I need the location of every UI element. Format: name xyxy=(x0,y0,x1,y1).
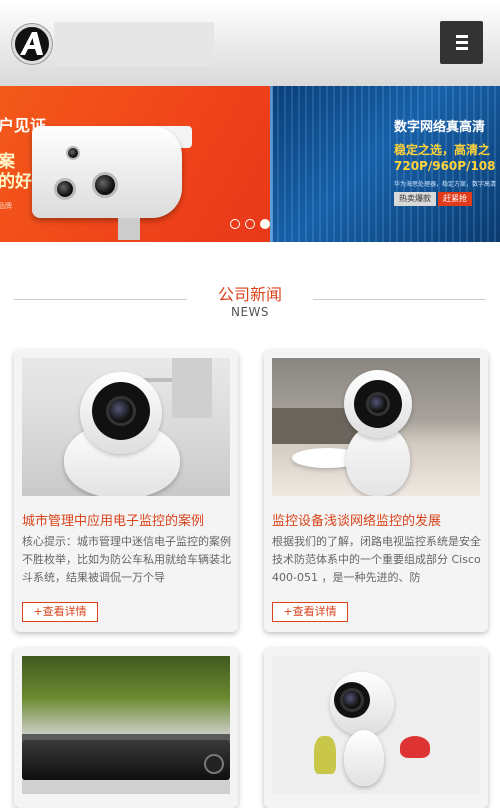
news-card[interactable]: 监控设备浅谈网络监控的发展 根据我们的了解，闭路电视监控系统是安全技术防范体系中… xyxy=(264,350,488,632)
news-card-title[interactable]: 监控设备浅谈网络监控的发展 xyxy=(272,510,482,529)
banner-right-headline: 数字网络真高清 xyxy=(394,120,486,135)
banner-slide-camera[interactable]: 户见证 案 的好 品牌 xyxy=(0,86,270,242)
logo-wordmark-placeholder xyxy=(54,22,214,66)
banner-right-small: 华为海思处理器，稳定方案，数字高清 xyxy=(394,181,497,188)
news-card[interactable] xyxy=(14,648,238,808)
camera-lens-icon xyxy=(340,688,364,712)
news-card-image[interactable] xyxy=(22,656,230,794)
camera-lens-icon xyxy=(92,172,118,198)
carousel-dot-3[interactable] xyxy=(260,219,270,229)
view-details-button[interactable]: +查看详情 xyxy=(272,602,348,622)
rocket-sticker-icon xyxy=(400,736,430,758)
hamburger-icon-bar xyxy=(456,47,468,50)
news-card-image[interactable] xyxy=(272,358,480,496)
carousel-dot-2[interactable] xyxy=(245,219,255,229)
camera-lens-icon xyxy=(106,396,136,426)
camera-lens-icon xyxy=(54,178,76,200)
news-card-desc: 根据我们的了解，闭路电视监控系统是安全技术防范体系中的一个重要组成部分 Cisc… xyxy=(272,535,481,584)
menu-button[interactable] xyxy=(440,21,483,64)
section-title: 公司新闻 xyxy=(217,285,282,304)
slide-divider xyxy=(270,86,273,242)
banner-right-line3: 720P/960P/108 xyxy=(394,159,496,173)
banner-hot-button[interactable]: 热卖爆款 xyxy=(394,192,436,206)
camera-ir-icon xyxy=(66,146,80,160)
camera-mount xyxy=(118,218,140,240)
logo-a-icon xyxy=(20,32,43,55)
banner-buy-button[interactable]: 赶紧抢 xyxy=(438,192,472,206)
news-card[interactable]: 城市管理中应用电子监控的案例 核心提示：城市管理中迷信电子监控的案例不胜枚举，比… xyxy=(14,350,238,632)
news-card-image[interactable] xyxy=(22,358,230,496)
nvr-recorder-image xyxy=(22,740,230,780)
power-button-icon xyxy=(204,754,224,774)
view-details-button[interactable]: +查看详情 xyxy=(22,602,98,622)
banner-right-line2: 稳定之选，高清之 xyxy=(394,143,491,157)
ip-camera-stand xyxy=(344,730,384,786)
leaf-sticker-icon xyxy=(314,736,336,774)
hamburger-icon xyxy=(456,35,468,38)
header-bar xyxy=(0,0,500,86)
news-card-desc: 核心提示：城市管理中迷信电子监控的案例不胜枚举，比如为防公车私用就给车辆装北斗系… xyxy=(22,535,231,584)
section-subtitle: NEWS xyxy=(230,305,270,319)
brand-logo[interactable] xyxy=(12,24,52,64)
carousel-dot-1[interactable] xyxy=(230,219,240,229)
camera-lens-icon xyxy=(366,392,390,416)
news-card[interactable] xyxy=(264,648,488,808)
news-card-title[interactable]: 城市管理中应用电子监控的案例 xyxy=(22,510,232,529)
news-card-image[interactable] xyxy=(272,656,480,794)
window xyxy=(172,358,212,418)
hamburger-icon-bar xyxy=(456,41,468,44)
